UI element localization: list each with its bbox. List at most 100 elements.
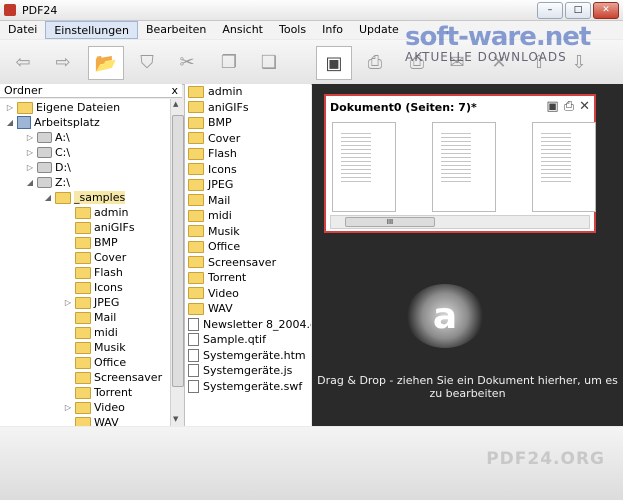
tree-item-drive-c[interactable]: ▷ C:\ — [26, 145, 70, 160]
list-item[interactable]: WAV — [188, 301, 233, 316]
folder-icon — [75, 356, 91, 369]
document-window: Dokument0 (Seiten: 7)* ▣ ⎙ ✕ III — [324, 94, 596, 233]
menu-einstellungen[interactable]: Einstellungen — [45, 21, 138, 39]
title-bar: PDF24 – □ ✕ — [0, 0, 623, 21]
list-item[interactable]: Systemgeräte.js — [188, 363, 292, 378]
menu-info[interactable]: Info — [314, 21, 351, 39]
folder-icon — [188, 240, 204, 253]
list-item[interactable]: Icons — [188, 162, 237, 177]
scroll-up-icon[interactable]: ▲ — [173, 100, 178, 108]
folder-icon — [17, 101, 33, 114]
list-item[interactable]: Office — [188, 239, 240, 254]
folder-icon — [188, 85, 204, 98]
list-item[interactable]: Flash — [188, 146, 237, 161]
drop-hint-line2: zu bearbeiten — [429, 387, 506, 400]
tree-item-arbeitsplatz[interactable]: ◢ Arbeitsplatz — [6, 115, 100, 130]
list-item[interactable]: Screensaver — [188, 255, 276, 270]
folder-icon — [75, 326, 91, 339]
tree-item-anigifs[interactable]: aniGIFs — [64, 220, 135, 235]
list-item[interactable]: admin — [188, 84, 242, 99]
list-item[interactable]: Cover — [188, 131, 240, 146]
tree-item-drive-d[interactable]: ▷ D:\ — [26, 160, 71, 175]
menu-datei[interactable]: Datei — [0, 21, 45, 39]
tree-item-drive-a[interactable]: ▷ A:\ — [26, 130, 70, 145]
close-icon[interactable]: ✕ — [579, 99, 590, 114]
folder-icon — [75, 251, 91, 264]
cd-drive-icon — [37, 162, 52, 173]
window-title: PDF24 — [22, 4, 58, 17]
menu-bearbeiten[interactable]: Bearbeiten — [138, 21, 214, 39]
print-icon[interactable]: ⎙ — [564, 99, 574, 114]
tree-scrollbar[interactable]: ▲ ▼ — [170, 99, 184, 426]
tree-item-admin[interactable]: admin — [64, 205, 128, 220]
minimize-button[interactable]: – — [537, 2, 563, 19]
drop-hint: Drag & Drop - ziehen Sie ein Dokument hi… — [312, 374, 623, 400]
scroll-down-icon[interactable]: ▼ — [173, 415, 178, 423]
folder-icon — [188, 271, 204, 284]
folder-icon — [75, 296, 91, 309]
list-item[interactable]: Video — [188, 286, 239, 301]
save-icon[interactable]: ▣ — [316, 46, 352, 80]
copy-icon[interactable]: ❐ — [212, 46, 246, 78]
document-hscrollbar[interactable]: III — [330, 215, 590, 229]
tree-item-musik[interactable]: Musik — [64, 340, 126, 355]
list-item[interactable]: JPEG — [188, 177, 233, 192]
list-item[interactable]: aniGIFs — [188, 100, 249, 115]
tree-item-cover[interactable]: Cover — [64, 250, 126, 265]
list-item[interactable]: Musik — [188, 224, 240, 239]
folder-icon — [188, 132, 204, 144]
folder-icon — [75, 236, 91, 249]
list-item[interactable]: Newsletter 8_2004.eml — [188, 317, 311, 332]
hscrollbar-thumb[interactable]: III — [345, 217, 435, 227]
folder-icon — [75, 281, 91, 294]
cut-icon[interactable]: ✂ — [170, 46, 204, 78]
document-title: Dokument0 (Seiten: 7)* — [330, 101, 477, 114]
close-button[interactable]: ✕ — [593, 2, 619, 19]
list-item[interactable]: BMP — [188, 115, 232, 130]
drive-icon — [37, 132, 52, 143]
tree-item-mail[interactable]: Mail — [64, 310, 116, 325]
folder-icon — [188, 256, 204, 268]
menu-update[interactable]: Update — [351, 21, 407, 39]
tree-item-eigene-dateien[interactable]: ▷ Eigene Dateien — [6, 100, 120, 115]
paste-icon[interactable]: ❑ — [252, 46, 286, 78]
bookmark-icon[interactable]: ⛉ — [130, 46, 164, 78]
tree-item-drive-z[interactable]: ◢ Z:\ — [26, 175, 70, 190]
tree-item-flash[interactable]: Flash — [64, 265, 123, 280]
tree-item-bmp[interactable]: BMP — [64, 235, 118, 250]
menu-ansicht[interactable]: Ansicht — [214, 21, 271, 39]
file-list: admin aniGIFs BMP Cover Flash Icons JPEG… — [184, 84, 311, 426]
list-item[interactable]: Torrent — [188, 270, 246, 285]
forward-icon[interactable]: ⇨ — [46, 46, 80, 78]
folder-icon — [188, 287, 204, 299]
list-item[interactable]: Mail — [188, 193, 230, 208]
list-item[interactable]: Systemgeräte.swf — [188, 379, 302, 394]
page-thumbnail[interactable] — [532, 122, 596, 212]
tree-item-video[interactable]: ▷ Video — [64, 400, 125, 415]
list-item[interactable]: Systemgeräte.htm — [188, 348, 306, 363]
maximize-button[interactable]: □ — [565, 2, 591, 19]
menu-tools[interactable]: Tools — [271, 21, 314, 39]
tree-item-icons[interactable]: Icons — [64, 280, 123, 295]
tree-scrollbar-thumb[interactable] — [172, 115, 184, 387]
save-icon[interactable]: ▣ — [546, 99, 558, 114]
fax-icon[interactable]: ⎙ — [358, 46, 392, 78]
list-item[interactable]: Sample.qtif — [188, 332, 266, 347]
folder-icon — [75, 311, 91, 324]
tree-item-torrent[interactable]: Torrent — [64, 385, 132, 400]
watermark-logo: soft-ware.net — [405, 22, 591, 52]
tree-item-jpeg[interactable]: ▷ JPEG — [64, 295, 119, 310]
tree-item-samples[interactable]: ◢ _samples — [44, 190, 126, 205]
page-thumbnail[interactable] — [332, 122, 396, 212]
list-item[interactable]: midi — [188, 208, 232, 223]
page-thumbnail[interactable] — [432, 122, 496, 212]
back-icon[interactable]: ⇦ — [6, 46, 40, 78]
tree-item-office[interactable]: Office — [64, 355, 126, 370]
drop-hint-line1: Drag & Drop - ziehen Sie ein Dokument hi… — [317, 374, 618, 387]
tree-item-screensaver[interactable]: Screensaver — [64, 370, 162, 385]
tree-item-wav[interactable]: WAV — [64, 415, 119, 426]
folder-open-icon[interactable]: 📂 — [88, 46, 124, 80]
watermark: soft-ware.net AKTUELLE DOWNLOADS — [405, 22, 591, 64]
tree-item-midi[interactable]: midi — [64, 325, 118, 340]
folder-icon — [75, 221, 91, 234]
